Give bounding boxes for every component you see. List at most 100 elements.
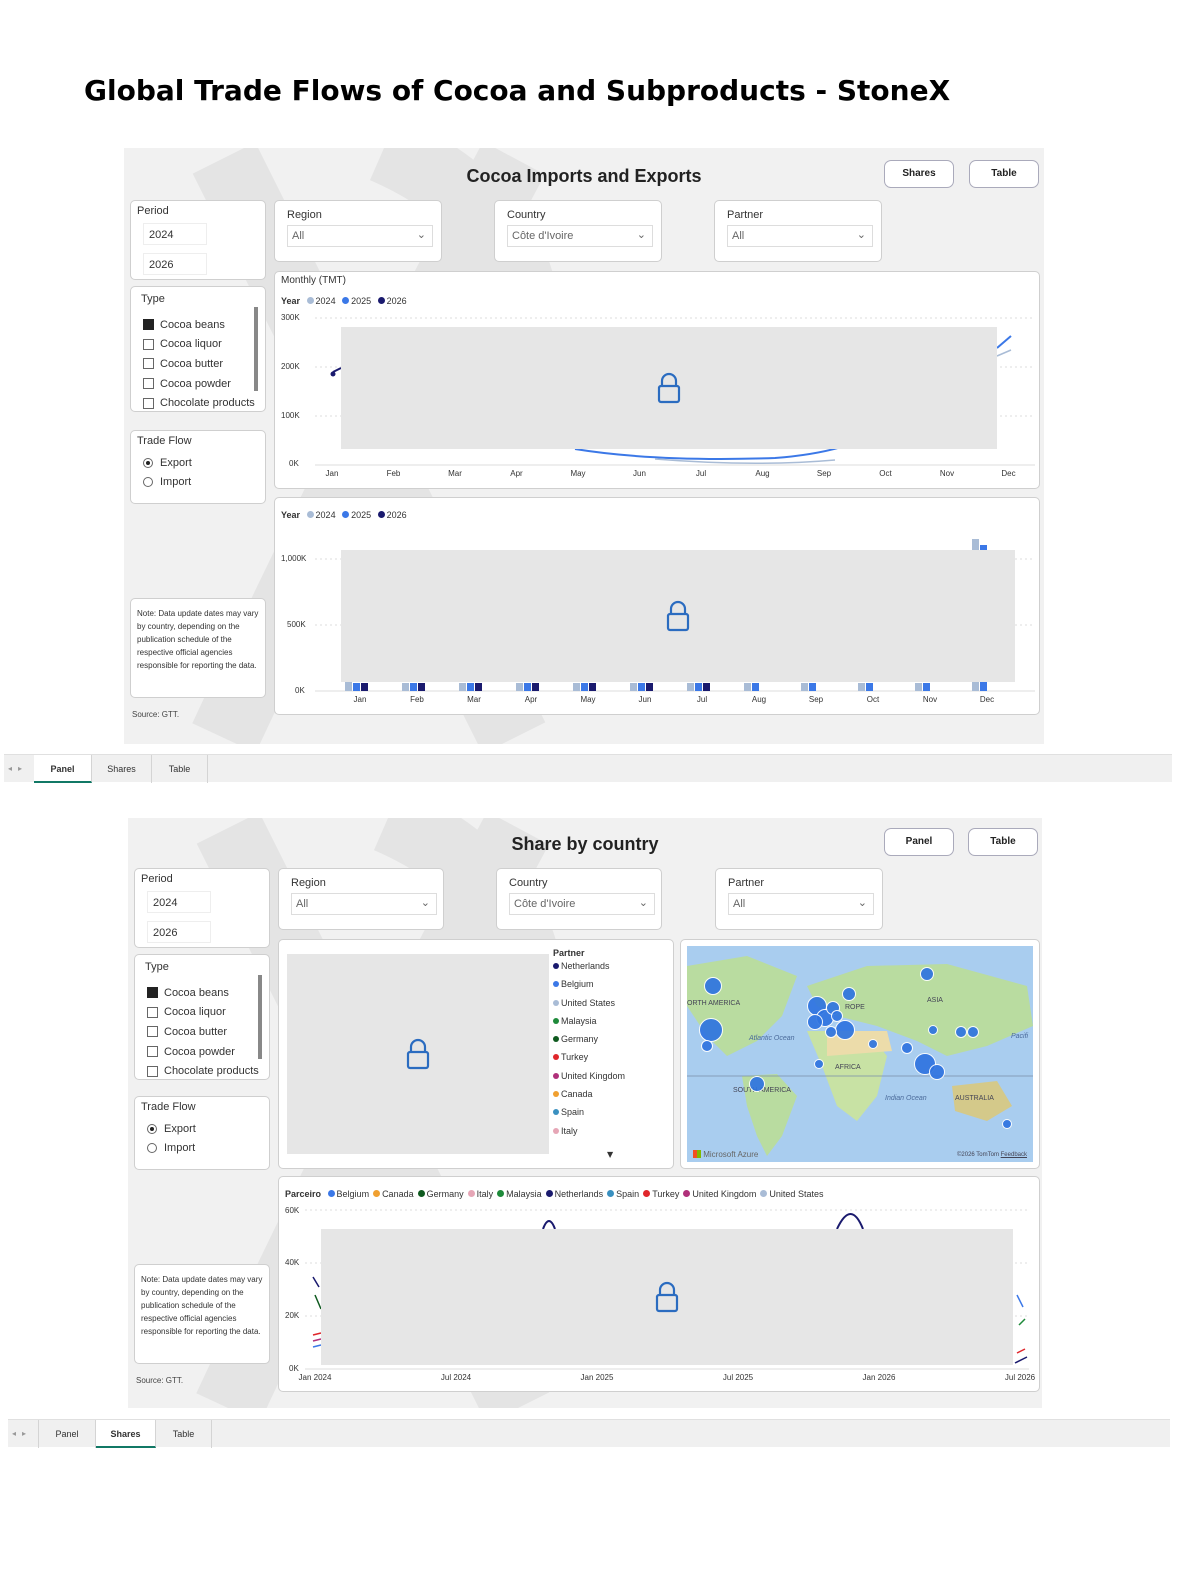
bar-oct-2025 — [866, 683, 873, 691]
map-bubble[interactable] — [901, 1042, 913, 1054]
tab-table[interactable]: Table — [156, 1420, 212, 1448]
checkbox-icon — [143, 378, 154, 390]
type-option-cocoa-liquor[interactable]: Cocoa liquor — [147, 1003, 259, 1023]
partner-legend: Partner Netherlands Belgium United States M… — [553, 948, 625, 1144]
radio-selected-icon — [143, 457, 153, 468]
x-tick-jul: Jul — [695, 469, 707, 478]
legend-dot — [553, 1036, 559, 1043]
legend-item-turkey[interactable]: Turkey — [553, 1052, 625, 1070]
type-scrollbar[interactable] — [254, 307, 258, 391]
shares-nav-button[interactable]: Shares — [884, 160, 954, 188]
period-from-field[interactable]: 2024 — [147, 891, 211, 913]
bar-jun-2025 — [638, 683, 645, 691]
period-to-field[interactable]: 2026 — [143, 253, 207, 275]
legend-item-belgium[interactable]: Belgium — [553, 979, 625, 997]
period-from-field[interactable]: 2024 — [143, 223, 207, 245]
checkbox-checked-icon — [143, 319, 154, 331]
type-option-chocolate-products[interactable]: Chocolate products — [147, 1061, 259, 1081]
table-nav-button[interactable]: Table — [968, 828, 1038, 856]
map-bubble[interactable] — [749, 1076, 765, 1092]
tab-panel[interactable]: Panel — [38, 1420, 96, 1448]
partner-dropdown[interactable]: All ⌄ — [727, 225, 873, 247]
map-bubble[interactable] — [929, 1064, 945, 1080]
bar-mar-2026 — [475, 683, 482, 691]
partner-slicer: Partner All ⌄ — [714, 200, 882, 262]
partner-value: All — [732, 230, 745, 242]
country-dropdown[interactable]: Côte d'Ivoire ⌄ — [507, 225, 653, 247]
map-bubble[interactable] — [868, 1039, 878, 1049]
chevron-down-icon: ⌄ — [420, 897, 430, 909]
country-label: Country — [507, 209, 546, 221]
map-bubble[interactable] — [704, 977, 722, 995]
partner-dropdown[interactable]: All ⌄ — [728, 893, 874, 915]
tab-scroll-arrows-icon[interactable]: ◂▸ — [8, 755, 28, 783]
map-bubble[interactable] — [825, 1026, 837, 1038]
legend-item-united-kingdom[interactable]: United Kingdom — [553, 1071, 625, 1089]
trade-flow-export[interactable]: Export — [143, 453, 192, 473]
map-bubble[interactable] — [807, 1014, 823, 1030]
x-tick-nov: Nov — [922, 695, 938, 704]
chevron-down-icon: ⌄ — [638, 897, 648, 909]
period-slicer: Period 2024 2026 — [134, 868, 270, 948]
legend-item-malaysia[interactable]: Malaysia — [553, 1016, 625, 1034]
type-option-cocoa-powder[interactable]: Cocoa powder — [147, 1042, 259, 1062]
tab-shares[interactable]: Shares — [96, 1420, 156, 1448]
bar-feb-2024 — [402, 683, 409, 691]
type-option-cocoa-beans[interactable]: Cocoa beans — [147, 983, 259, 1003]
partner-map[interactable]: ORTH AMERICA ROPE ASIA Atlantic Ocean AF… — [680, 939, 1040, 1169]
tab-table[interactable]: Table — [152, 755, 208, 783]
trade-flow-import[interactable]: Import — [143, 473, 192, 493]
type-option-cocoa-powder[interactable]: Cocoa powder — [143, 374, 255, 394]
map-bubble[interactable] — [967, 1026, 979, 1038]
trade-flow-import[interactable]: Import — [147, 1139, 196, 1159]
checkbox-icon — [147, 1046, 158, 1058]
map-bubble[interactable] — [928, 1025, 938, 1035]
type-scrollbar[interactable] — [258, 975, 262, 1059]
type-option-cocoa-liquor[interactable]: Cocoa liquor — [143, 335, 255, 355]
region-dropdown[interactable]: All ⌄ — [291, 893, 437, 915]
microsoft-logo-icon — [693, 1150, 701, 1158]
panel-nav-button[interactable]: Panel — [884, 828, 954, 856]
region-dropdown[interactable]: All ⌄ — [287, 225, 433, 247]
type-label: Type — [141, 293, 165, 305]
legend-item-canada[interactable]: Canada — [553, 1089, 625, 1107]
azure-brand-text: Microsoft Azure — [703, 1150, 759, 1159]
table-nav-button[interactable]: Table — [969, 160, 1039, 188]
type-option-chocolate-products[interactable]: Chocolate products — [143, 393, 255, 413]
tab-scroll-arrows-icon[interactable]: ◂▸ — [12, 1420, 32, 1448]
bar-jul-2026 — [703, 683, 710, 691]
shares-report: Share by country Panel Table Period 2024… — [128, 818, 1042, 1408]
map-bubble[interactable] — [920, 967, 934, 981]
source-text: Source: GTT. — [136, 1376, 184, 1385]
trade-flow-export[interactable]: Export — [147, 1119, 196, 1139]
locked-visual-overlay — [321, 1229, 1013, 1365]
x-tick-may: May — [580, 695, 596, 704]
legend-dot — [553, 1017, 559, 1024]
map-bubble[interactable] — [955, 1026, 967, 1038]
checkbox-icon — [147, 1065, 158, 1077]
locked-visual-overlay — [287, 954, 549, 1154]
legend-item-netherlands[interactable]: Netherlands — [553, 961, 625, 979]
map-bubble[interactable] — [835, 1020, 855, 1040]
legend-item-italy[interactable]: Italy — [553, 1126, 625, 1144]
sheet-tab-bar: ◂▸ Panel Shares Table — [8, 1419, 1170, 1448]
map-canvas[interactable]: ORTH AMERICA ROPE ASIA Atlantic Ocean AF… — [687, 946, 1033, 1162]
scroll-down-icon[interactable]: ▼ — [607, 1150, 613, 1159]
map-bubble[interactable] — [699, 1018, 723, 1042]
period-to-field[interactable]: 2026 — [147, 921, 211, 943]
legend-item-united-states[interactable]: United States — [553, 998, 625, 1016]
type-option-cocoa-beans[interactable]: Cocoa beans — [143, 315, 255, 335]
type-option-cocoa-butter[interactable]: Cocoa butter — [147, 1022, 259, 1042]
map-bubble[interactable] — [814, 1059, 824, 1069]
type-option-cocoa-butter[interactable]: Cocoa butter — [143, 354, 255, 374]
map-bubble[interactable] — [701, 1040, 713, 1052]
map-bubble[interactable] — [1002, 1119, 1012, 1129]
tab-panel[interactable]: Panel — [34, 755, 92, 783]
map-feedback-link[interactable]: Feedback — [1001, 1152, 1027, 1158]
legend-item-spain[interactable]: Spain — [553, 1107, 625, 1125]
legend-item-germany[interactable]: Germany — [553, 1034, 625, 1052]
map-bubble[interactable] — [842, 987, 856, 1001]
tab-shares[interactable]: Shares — [92, 755, 152, 783]
country-dropdown[interactable]: Côte d'Ivoire ⌄ — [509, 893, 655, 915]
checkbox-icon — [143, 358, 154, 370]
